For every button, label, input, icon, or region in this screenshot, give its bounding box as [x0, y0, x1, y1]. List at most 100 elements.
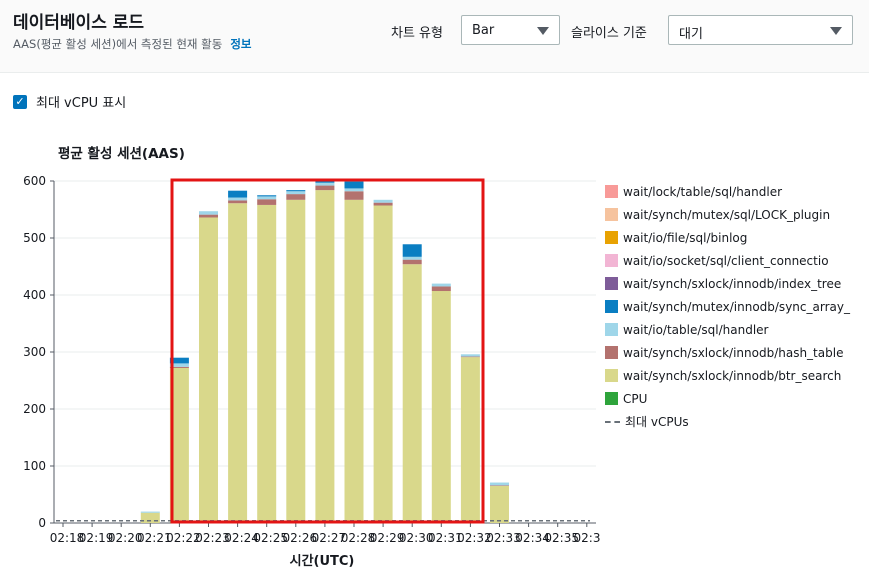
- x-axis-label: 시간(UTC): [290, 553, 355, 569]
- bar-segment: [199, 217, 218, 523]
- bar-segment: [344, 181, 364, 189]
- legend-item-max-vcpu[interactable]: 최대 vCPUs: [605, 410, 850, 433]
- bar-segment: [315, 182, 335, 186]
- legend-item[interactable]: CPU: [605, 387, 850, 410]
- legend-item[interactable]: wait/synch/sxlock/innodb/index_tree: [605, 272, 850, 295]
- legend-label: wait/lock/table/sql/handler: [623, 184, 783, 199]
- bar-segment: [286, 190, 306, 192]
- bar-segment: [228, 197, 248, 201]
- chart-title: 평균 활성 세션(AAS): [58, 146, 185, 162]
- bar-segment: [286, 199, 306, 523]
- legend-label: CPU: [623, 391, 648, 406]
- legend-item[interactable]: wait/io/file/sql/binlog: [605, 226, 850, 249]
- legend-swatch: [605, 346, 618, 359]
- y-tick-label: 600: [23, 174, 46, 188]
- bar-segment: [140, 511, 160, 513]
- x-tick-label: 02:36: [574, 531, 600, 545]
- legend-item[interactable]: wait/synch/mutex/sql/LOCK_plugin: [605, 203, 850, 226]
- chevron-down-icon: [537, 27, 549, 35]
- legend-dash-swatch: [605, 420, 620, 423]
- legend-swatch: [605, 277, 618, 290]
- bar-segment: [199, 214, 218, 218]
- legend-swatch: [605, 254, 618, 267]
- bar-segment: [228, 200, 248, 204]
- bar-segment: [228, 190, 248, 198]
- aas-bar-chart: 010020030040050060002:1802:1902:2002:210…: [23, 174, 600, 569]
- bar-segment: [402, 259, 422, 265]
- legend-item[interactable]: wait/io/table/sql/handler: [605, 318, 850, 341]
- bar-segment: [286, 194, 306, 200]
- bar-segment: [373, 205, 393, 523]
- legend-item[interactable]: wait/io/socket/sql/client_connectio: [605, 249, 850, 272]
- max-vcpu-label: 최대 vCPU 표시: [36, 96, 127, 111]
- bar-segment: [257, 196, 277, 200]
- chart-type-label: 차트 유형: [391, 26, 443, 41]
- bar-segment: [460, 356, 480, 358]
- bar-segment: [402, 264, 422, 523]
- legend-swatch: [605, 185, 618, 198]
- legend-item[interactable]: wait/synch/mutex/innodb/sync_array_: [605, 295, 850, 318]
- legend-item[interactable]: wait/synch/sxlock/innodb/hash_table: [605, 341, 850, 364]
- y-tick-label: 500: [23, 231, 46, 245]
- legend-item[interactable]: wait/synch/sxlock/innodb/btr_search: [605, 364, 850, 387]
- y-tick-label: 400: [23, 288, 46, 302]
- chart-type-select[interactable]: Bar: [461, 15, 560, 45]
- bar-segment: [315, 185, 335, 191]
- bar-segment: [460, 357, 480, 523]
- bar-segment: [344, 188, 364, 192]
- info-link[interactable]: 정보: [230, 37, 251, 51]
- legend-label: wait/synch/sxlock/innodb/hash_table: [623, 345, 844, 360]
- bar-segment: [402, 256, 422, 260]
- legend-swatch: [605, 323, 618, 336]
- legend-label: wait/synch/mutex/innodb/sync_array_: [623, 299, 850, 314]
- bar-segment: [431, 286, 451, 292]
- slice-by-value: 대기: [679, 27, 703, 42]
- legend-label: wait/io/table/sql/handler: [623, 322, 769, 337]
- legend-swatch: [605, 392, 618, 405]
- chart-type-value: Bar: [472, 23, 495, 38]
- bar-segment: [373, 199, 393, 203]
- legend-label: wait/io/socket/sql/client_connectio: [623, 253, 829, 268]
- page-title: 데이터베이스 로드: [13, 13, 145, 33]
- legend-swatch: [605, 208, 618, 221]
- max-vcpu-checkbox[interactable]: ✓: [13, 94, 27, 109]
- legend-label: wait/synch/sxlock/innodb/index_tree: [623, 276, 842, 291]
- y-tick-label: 0: [38, 516, 46, 530]
- legend-label: 최대 vCPUs: [625, 415, 689, 429]
- bar-segment: [431, 291, 451, 523]
- bar-segment: [373, 202, 393, 206]
- chevron-down-icon: [830, 27, 842, 35]
- bar-segment: [490, 485, 509, 523]
- bar-segment: [257, 195, 277, 197]
- legend-swatch: [605, 231, 618, 244]
- legend-label: wait/synch/mutex/sql/LOCK_plugin: [623, 207, 831, 222]
- bar-segment: [257, 199, 277, 205]
- legend-label: wait/synch/sxlock/innodb/btr_search: [623, 368, 842, 383]
- bar-segment: [286, 191, 306, 195]
- page-header: 데이터베이스 로드 AAS(평균 활성 세션)에서 측정된 현재 활동 정보 차트…: [0, 0, 869, 73]
- subtitle-text: AAS(평균 활성 세션)에서 측정된 현재 활동: [13, 37, 223, 51]
- legend-swatch: [605, 300, 618, 313]
- y-tick-label: 300: [23, 345, 46, 359]
- bar-segment: [315, 190, 335, 523]
- bar-segment: [199, 211, 218, 215]
- legend-swatch: [605, 369, 618, 382]
- max-vcpu-option[interactable]: ✓ 최대 vCPU 표시: [13, 92, 126, 111]
- bar-segment: [228, 203, 248, 523]
- y-tick-label: 100: [23, 459, 46, 473]
- bar-segment: [490, 482, 509, 486]
- slice-by-label: 슬라이스 기준: [571, 26, 647, 41]
- bar-segment: [344, 191, 364, 200]
- slice-by-select[interactable]: 대기: [668, 15, 853, 45]
- bar-segment: [431, 283, 451, 287]
- bar-segment: [402, 244, 422, 257]
- page-subtitle: AAS(평균 활성 세션)에서 측정된 현재 활동 정보: [13, 36, 251, 52]
- bar-segment: [344, 199, 364, 523]
- bar-segment: [460, 354, 480, 357]
- y-tick-label: 200: [23, 402, 46, 416]
- legend-label: wait/io/file/sql/binlog: [623, 230, 748, 245]
- legend-item[interactable]: wait/lock/table/sql/handler: [605, 180, 850, 203]
- bar-segment: [490, 485, 509, 486]
- chart-legend: wait/lock/table/sql/handler wait/synch/mu…: [605, 180, 850, 433]
- bar-segment: [257, 204, 277, 523]
